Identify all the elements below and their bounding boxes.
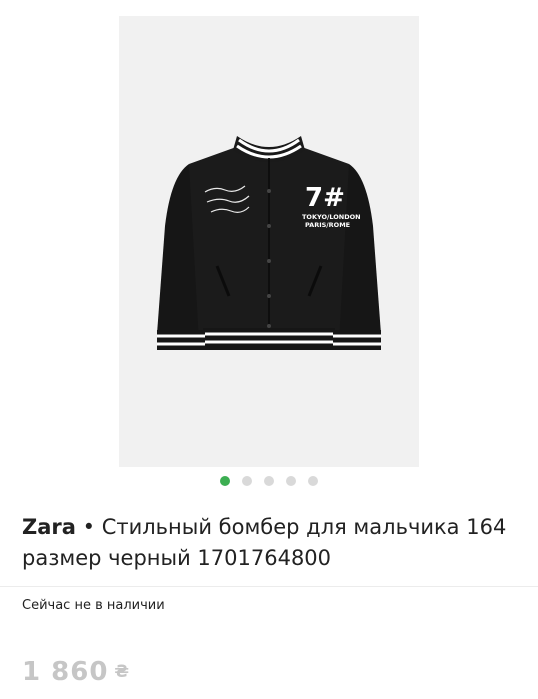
product-image[interactable]: 7# TOKYO/LONDON PARIS/ROME bbox=[119, 16, 419, 467]
brand-name[interactable]: Zara bbox=[22, 515, 76, 539]
carousel-dot[interactable] bbox=[286, 476, 296, 486]
patch-line2-text: PARIS/ROME bbox=[305, 221, 350, 229]
carousel-dot[interactable] bbox=[308, 476, 318, 486]
carousel-dot[interactable] bbox=[242, 476, 252, 486]
carousel-dot[interactable] bbox=[220, 476, 230, 486]
availability-status: Сейчас не в наличии bbox=[22, 598, 165, 613]
product-title: Zara • Стильный бомбер для мальчика 164 … bbox=[22, 512, 522, 574]
title-separator: • bbox=[75, 515, 102, 539]
price: 1 860 ₴ bbox=[22, 656, 130, 688]
carousel-dot[interactable] bbox=[264, 476, 274, 486]
currency-symbol: ₴ bbox=[114, 662, 131, 682]
image-carousel-dots bbox=[0, 476, 538, 486]
patch-line1-text: TOKYO/LONDON bbox=[302, 213, 361, 221]
price-value: 1 860 bbox=[22, 657, 109, 687]
patch-main-text: 7# bbox=[305, 183, 345, 213]
divider bbox=[0, 586, 538, 587]
jacket-photo: 7# TOKYO/LONDON PARIS/ROME bbox=[157, 136, 381, 350]
